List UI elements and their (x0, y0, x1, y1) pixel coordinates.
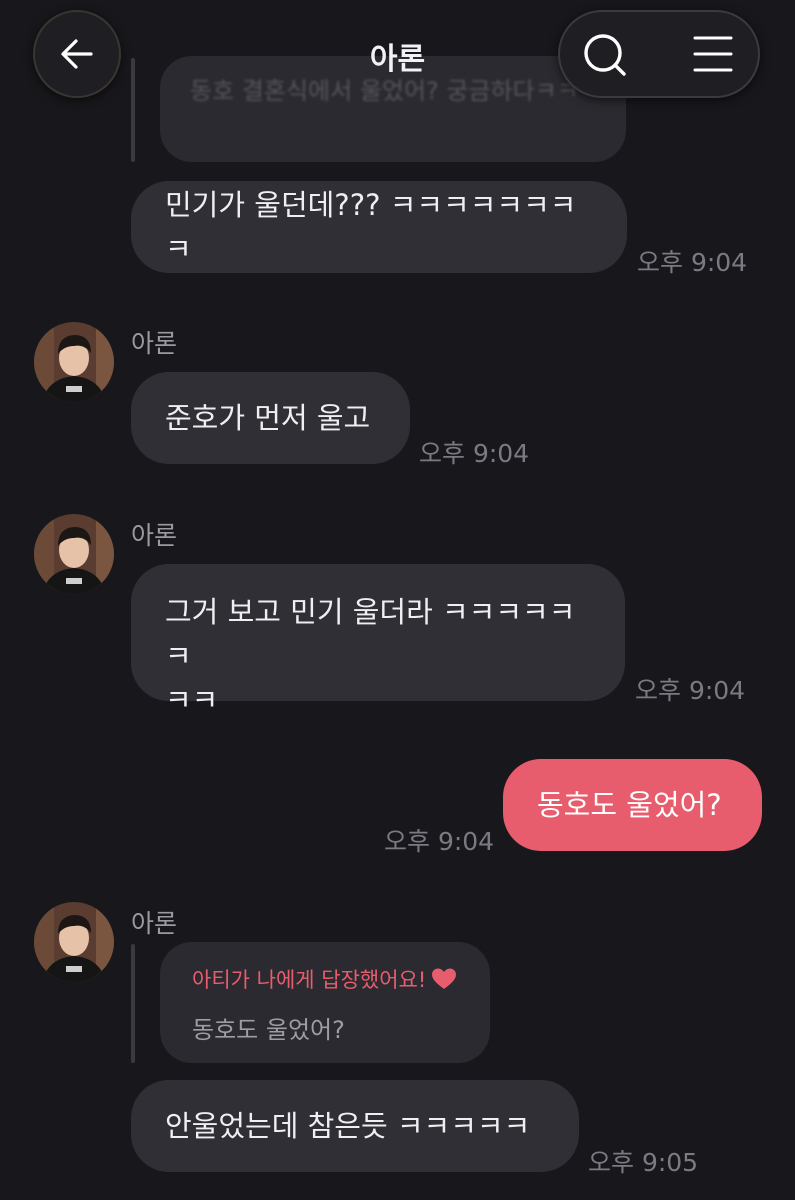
message-text: 준호가 먼저 울고 (165, 401, 371, 435)
search-icon (584, 34, 626, 76)
profile-photo-icon (34, 902, 114, 982)
quoted-message-text: 동호 결혼식에서 울었어? 궁금하다ㅋㅋ (190, 77, 579, 105)
message-text-line-1: 그거 보고 민기 울더라 ㅋㅋㅋㅋㅋㅋ (165, 595, 576, 673)
message-timestamp: 오후 9:04 (637, 248, 748, 277)
heart-icon (432, 968, 457, 989)
message-timestamp: 오후 9:05 (588, 1148, 699, 1177)
sender-name: 아론 (131, 329, 178, 358)
avatar[interactable] (34, 514, 114, 594)
avatar[interactable] (34, 902, 114, 982)
reply-header: 아티가 나에게 답장했어요! (192, 964, 458, 994)
sender-name: 아론 (131, 909, 178, 938)
message-text: 동호도 울었어? (537, 788, 722, 822)
message-bubble-incoming[interactable]: 안울었는데 참은듯 ㅋㅋㅋㅋㅋ (131, 1080, 579, 1172)
message-timestamp: 오후 9:04 (635, 676, 746, 705)
quote-bar (131, 944, 135, 1063)
header-actions (558, 10, 760, 98)
hamburger-menu-icon (693, 36, 733, 72)
reply-quote-text: 동호도 울었어? (192, 1016, 345, 1044)
message-bubble-outgoing[interactable]: 동호도 울었어? (503, 759, 762, 851)
message-bubble-incoming[interactable]: 그거 보고 민기 울더라 ㅋㅋㅋㅋㅋㅋ ㅋㅋ (131, 564, 625, 717)
sender-name: 아론 (131, 521, 178, 550)
message-bubble-incoming[interactable]: 준호가 먼저 울고 (131, 372, 410, 464)
message-text: 안울었는데 참은듯 ㅋㅋㅋㅋㅋ (165, 1109, 531, 1143)
profile-photo-icon (34, 514, 114, 594)
message-timestamp: 오후 9:04 (419, 439, 530, 468)
search-button[interactable] (580, 30, 630, 80)
profile-photo-icon (34, 322, 114, 402)
chat-screen: 동호 결혼식에서 울었어? 궁금하다ㅋㅋ 아론 민기가 울던데??? ㅋㅋㅋㅋㅋ… (0, 0, 795, 1200)
message-text-line-2: ㅋㅋ (165, 683, 219, 717)
message-bubble-incoming[interactable]: 민기가 울던데??? ㅋㅋㅋㅋㅋㅋㅋㅋ (131, 181, 627, 273)
avatar[interactable] (34, 322, 114, 402)
message-timestamp: 오후 9:04 (384, 827, 495, 856)
reply-quote-box[interactable]: 아티가 나에게 답장했어요! 동호도 울었어? (160, 942, 490, 1063)
message-text: 민기가 울던데??? ㅋㅋㅋㅋㅋㅋㅋㅋ (165, 188, 577, 266)
reply-title: 아티가 나에게 답장했어요! (192, 968, 427, 992)
menu-button[interactable] (692, 32, 734, 76)
